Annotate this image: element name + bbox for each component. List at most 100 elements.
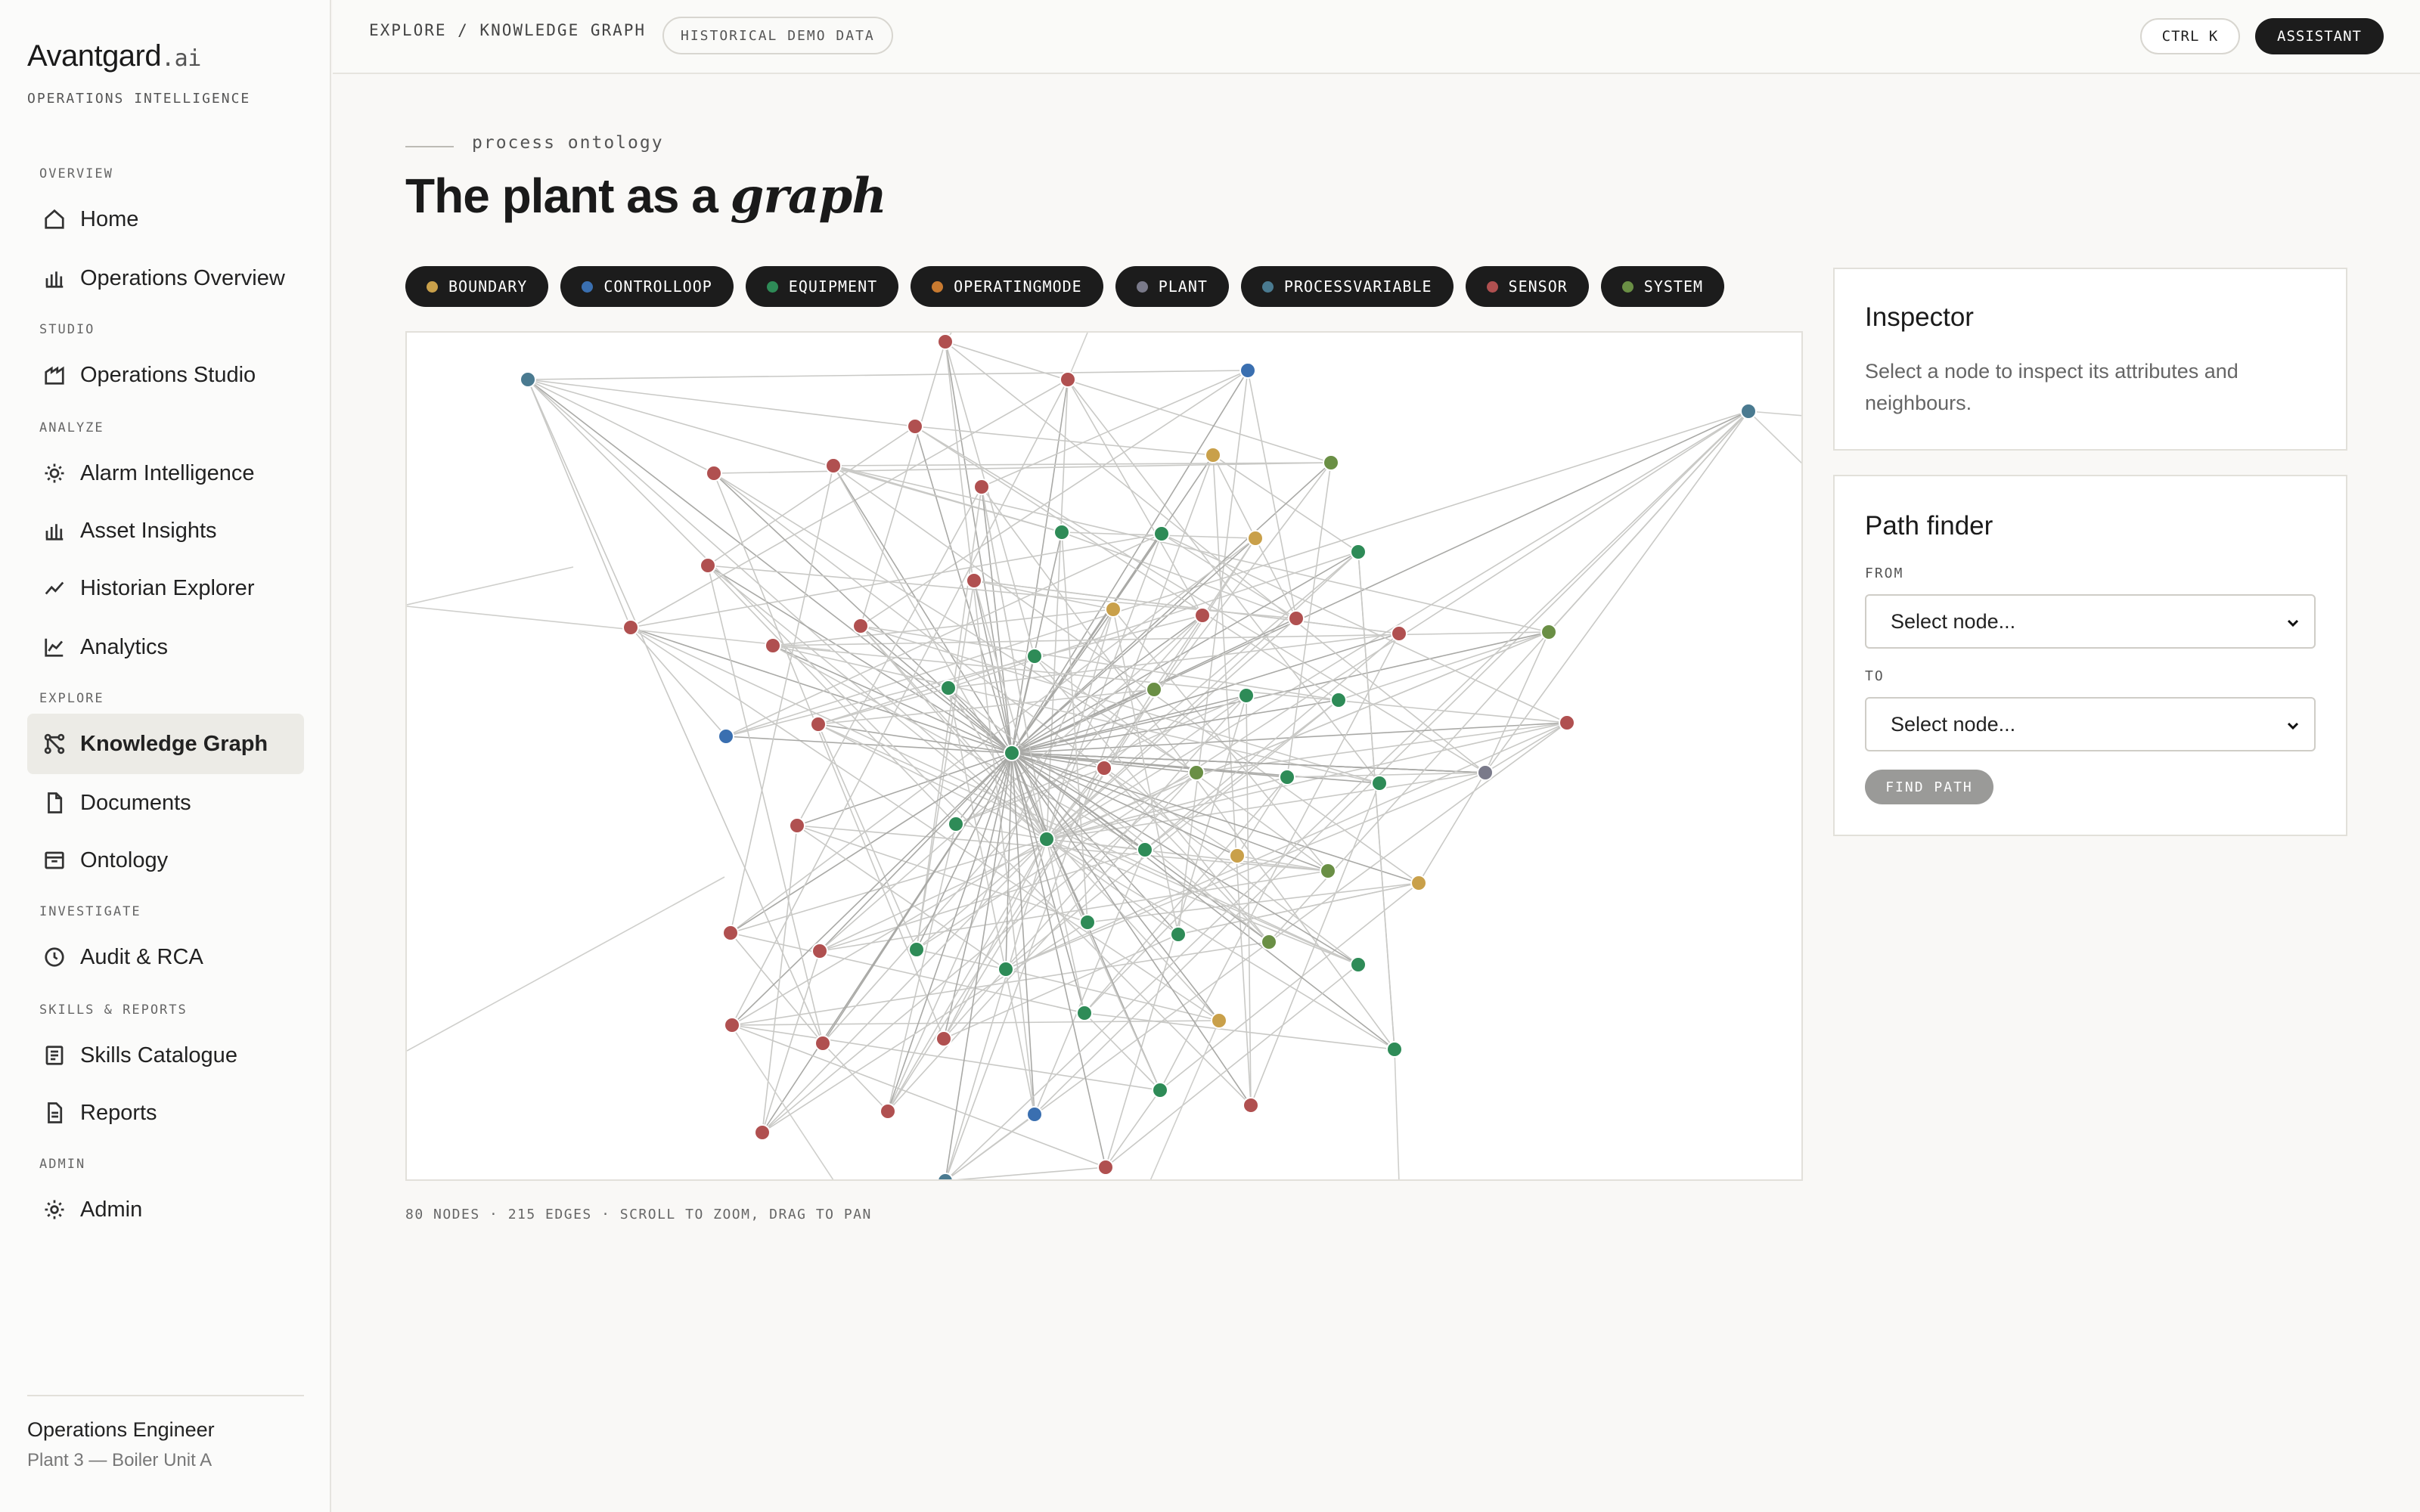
graph-node[interactable] xyxy=(1410,875,1427,891)
sidebar-item-operations-studio[interactable]: Operations Studio xyxy=(27,345,304,405)
sidebar-item-documents[interactable]: Documents xyxy=(27,773,304,833)
graph-node[interactable] xyxy=(1238,687,1255,704)
sidebar-item-home[interactable]: Home xyxy=(27,189,304,249)
graph-svg[interactable] xyxy=(407,333,1803,1181)
graph-node[interactable] xyxy=(1239,362,1256,379)
graph-node[interactable] xyxy=(1350,956,1367,973)
legend-chip-plant[interactable]: PLANT xyxy=(1115,266,1229,307)
graph-node[interactable] xyxy=(1261,934,1277,950)
graph-node[interactable] xyxy=(1137,841,1153,858)
graph-node[interactable] xyxy=(907,418,923,435)
from-node-select[interactable]: Select node... xyxy=(1865,594,2316,649)
graph-node[interactable] xyxy=(1097,1159,1114,1176)
sidebar-item-asset-insights[interactable]: Asset Insights xyxy=(27,500,304,561)
sidebar-item-ontology[interactable]: Ontology xyxy=(27,830,304,891)
graph-node[interactable] xyxy=(1170,926,1187,943)
find-path-button[interactable]: FIND PATH xyxy=(1865,770,1993,804)
graph-node[interactable] xyxy=(825,457,842,474)
graph-node[interactable] xyxy=(1026,1106,1043,1123)
legend-chip-system[interactable]: SYSTEM xyxy=(1600,266,1725,307)
user-role[interactable]: Operations Engineer xyxy=(27,1418,215,1442)
graph-node[interactable] xyxy=(1105,601,1122,618)
graph-node[interactable] xyxy=(754,1124,771,1141)
to-node-select[interactable]: Select node... xyxy=(1865,697,2316,751)
graph-node[interactable] xyxy=(1559,714,1575,731)
graph-node[interactable] xyxy=(1391,625,1407,642)
graph-node[interactable] xyxy=(1079,914,1096,931)
sidebar-item-operations-overview[interactable]: Operations Overview xyxy=(27,248,304,308)
graph-node[interactable] xyxy=(520,371,536,388)
graph-node[interactable] xyxy=(1540,624,1557,640)
sidebar-item-alarm-intelligence[interactable]: Alarm Intelligence xyxy=(27,443,304,503)
graph-node[interactable] xyxy=(966,572,982,589)
graph-node[interactable] xyxy=(811,943,828,959)
graph-node[interactable] xyxy=(1323,454,1339,471)
graph-node[interactable] xyxy=(1371,775,1388,792)
graph-node[interactable] xyxy=(1152,1082,1168,1098)
graph-node[interactable] xyxy=(1076,1005,1093,1021)
graph-node[interactable] xyxy=(1188,764,1205,781)
graph-node[interactable] xyxy=(1194,607,1211,624)
graph-node[interactable] xyxy=(1153,525,1170,542)
graph-node[interactable] xyxy=(973,479,990,495)
sidebar-item-skills-catalogue[interactable]: Skills Catalogue xyxy=(27,1025,304,1086)
sidebar-item-knowledge-graph[interactable]: Knowledge Graph xyxy=(27,714,304,774)
graph-node[interactable] xyxy=(1740,403,1757,420)
graph-node[interactable] xyxy=(997,961,1014,978)
knowledge-graph-canvas[interactable] xyxy=(405,331,1803,1181)
sidebar-item-reports[interactable]: Reports xyxy=(27,1083,304,1143)
graph-node[interactable] xyxy=(935,1030,952,1047)
graph-node[interactable] xyxy=(814,1035,831,1052)
graph-node[interactable] xyxy=(724,1017,740,1033)
graph-node[interactable] xyxy=(1320,863,1336,879)
graph-node[interactable] xyxy=(765,637,781,654)
graph-node[interactable] xyxy=(1247,530,1264,547)
graph-node[interactable] xyxy=(880,1103,896,1120)
graph-node[interactable] xyxy=(908,941,925,958)
graph-node[interactable] xyxy=(1038,831,1055,847)
graph-node[interactable] xyxy=(1243,1097,1259,1114)
graph-node[interactable] xyxy=(706,465,722,482)
graph-node[interactable] xyxy=(789,817,805,834)
legend-dot-icon xyxy=(1621,280,1634,293)
graph-node[interactable] xyxy=(852,618,869,634)
graph-node[interactable] xyxy=(948,816,964,832)
graph-node[interactable] xyxy=(1026,648,1043,665)
brand-logo[interactable]: Avantgard.ai xyxy=(27,39,201,73)
graph-node[interactable] xyxy=(1279,769,1295,785)
graph-node[interactable] xyxy=(1146,681,1162,698)
graph-node[interactable] xyxy=(1211,1012,1227,1029)
graph-node[interactable] xyxy=(1288,610,1305,627)
graph-node[interactable] xyxy=(700,557,716,574)
graph-node[interactable] xyxy=(810,716,827,733)
sidebar-item-analytics[interactable]: Analytics xyxy=(27,617,304,677)
graph-node[interactable] xyxy=(937,1173,954,1181)
graph-node[interactable] xyxy=(1096,760,1112,776)
graph-node[interactable] xyxy=(1330,692,1347,708)
legend-chip-controlloop[interactable]: CONTROLLOOP xyxy=(560,266,734,307)
graph-node[interactable] xyxy=(722,925,739,941)
sidebar-item-audit-rca[interactable]: Audit & RCA xyxy=(27,927,304,987)
graph-node[interactable] xyxy=(937,333,954,350)
legend-chip-equipment[interactable]: EQUIPMENT xyxy=(745,266,899,307)
graph-node[interactable] xyxy=(1053,524,1070,541)
command-palette-button[interactable]: CTRL K xyxy=(2140,18,2240,54)
factory-icon xyxy=(42,363,67,387)
graph-node[interactable] xyxy=(1229,847,1246,864)
legend-chip-processvariable[interactable]: PROCESSVARIABLE xyxy=(1240,266,1454,307)
graph-node[interactable] xyxy=(1350,544,1367,560)
legend-chip-boundary[interactable]: BOUNDARY xyxy=(405,266,549,307)
graph-node[interactable] xyxy=(1060,371,1076,388)
legend-chip-operatingmode[interactable]: OPERATINGMODE xyxy=(911,266,1103,307)
graph-node[interactable] xyxy=(1004,745,1020,761)
graph-node[interactable] xyxy=(940,680,957,696)
sidebar-item-admin[interactable]: Admin xyxy=(27,1179,304,1240)
graph-node[interactable] xyxy=(718,728,734,745)
sidebar-item-historian-explorer[interactable]: Historian Explorer xyxy=(27,558,304,618)
graph-node[interactable] xyxy=(622,619,639,636)
legend-chip-sensor[interactable]: SENSOR xyxy=(1465,266,1589,307)
graph-node[interactable] xyxy=(1477,764,1494,781)
graph-node[interactable] xyxy=(1386,1041,1403,1058)
assistant-button[interactable]: ASSISTANT xyxy=(2255,18,2384,54)
graph-node[interactable] xyxy=(1205,447,1221,463)
